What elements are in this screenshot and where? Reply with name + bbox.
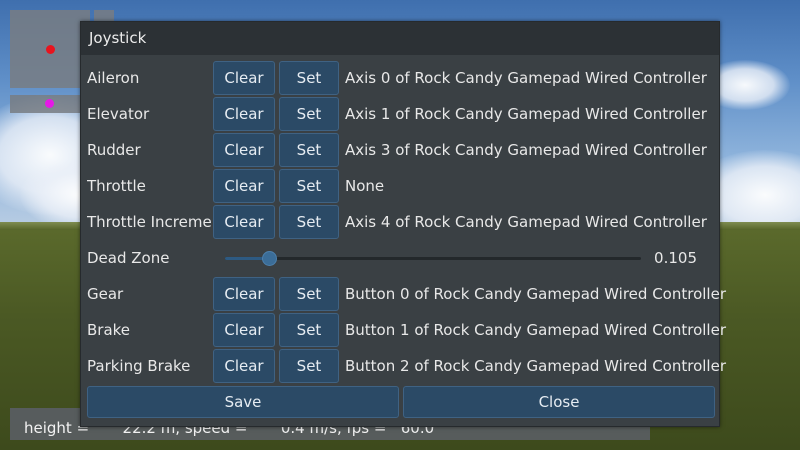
mapping-row-elevator: Elevator Clear Set Axis 1 of Rock Candy … <box>87 97 715 131</box>
set-button[interactable]: Set <box>279 277 339 311</box>
dead-zone-value: 0.105 <box>654 249 697 267</box>
row-value: Button 2 of Rock Candy Gamepad Wired Con… <box>345 357 726 375</box>
mapping-row-gear: Gear Clear Set Button 0 of Rock Candy Ga… <box>87 277 726 311</box>
row-label: Throttle Increment <box>87 213 213 231</box>
row-value: Button 0 of Rock Candy Gamepad Wired Con… <box>345 285 726 303</box>
row-label: Gear <box>87 285 124 303</box>
row-label: Elevator <box>87 105 150 123</box>
row-value: None <box>345 177 385 195</box>
row-value: Axis 1 of Rock Candy Gamepad Wired Contr… <box>345 105 707 123</box>
mapping-row-aileron: Aileron Clear Set Axis 0 of Rock Candy G… <box>87 61 715 95</box>
row-value: Axis 3 of Rock Candy Gamepad Wired Contr… <box>345 141 707 159</box>
rudder-position-dot <box>45 99 54 108</box>
row-label: Aileron <box>87 69 140 87</box>
dead-zone-slider[interactable] <box>225 251 641 266</box>
stick-position-dot <box>46 45 55 54</box>
row-value: Button 1 of Rock Candy Gamepad Wired Con… <box>345 321 726 339</box>
dialog-title[interactable]: Joystick <box>81 22 719 55</box>
row-label: Rudder <box>87 141 141 159</box>
clear-button[interactable]: Clear <box>213 313 275 347</box>
clear-button[interactable]: Clear <box>213 277 275 311</box>
clear-button[interactable]: Clear <box>213 349 275 383</box>
clear-button[interactable]: Clear <box>213 205 275 239</box>
save-button[interactable]: Save <box>87 386 399 418</box>
set-button[interactable]: Set <box>279 169 339 203</box>
close-button[interactable]: Close <box>403 386 715 418</box>
mapping-row-brake: Brake Clear Set Button 1 of Rock Candy G… <box>87 313 726 347</box>
set-button[interactable]: Set <box>279 205 339 239</box>
set-button[interactable]: Set <box>279 313 339 347</box>
stick-position-pad <box>10 10 90 88</box>
mapping-row-throttle: Throttle Clear Set None <box>87 169 715 203</box>
rudder-position-bar <box>10 95 88 113</box>
clear-button[interactable]: Clear <box>213 61 275 95</box>
row-value: Axis 4 of Rock Candy Gamepad Wired Contr… <box>345 213 707 231</box>
set-button[interactable]: Set <box>279 97 339 131</box>
row-label: Parking Brake <box>87 357 191 375</box>
mapping-row-rudder: Rudder Clear Set Axis 3 of Rock Candy Ga… <box>87 133 715 167</box>
mapping-row-parking-brake: Parking Brake Clear Set Button 2 of Rock… <box>87 349 726 383</box>
set-button[interactable]: Set <box>279 61 339 95</box>
row-label: Brake <box>87 321 131 339</box>
set-button[interactable]: Set <box>279 133 339 167</box>
mapping-row-throttle-increment: Throttle Increment Clear Set Axis 4 of R… <box>87 205 715 239</box>
dead-zone-label: Dead Zone <box>87 249 170 267</box>
row-value: Axis 0 of Rock Candy Gamepad Wired Contr… <box>345 69 707 87</box>
dead-zone-slider-handle[interactable] <box>261 251 277 266</box>
clear-button[interactable]: Clear <box>213 169 275 203</box>
set-button[interactable]: Set <box>279 349 339 383</box>
clear-button[interactable]: Clear <box>213 97 275 131</box>
joystick-dialog: Joystick Aileron Clear Set Axis 0 of Roc… <box>80 21 726 427</box>
row-label: Throttle <box>87 177 146 195</box>
dead-zone-row: Dead Zone 0.105 <box>87 241 715 275</box>
clear-button[interactable]: Clear <box>213 133 275 167</box>
